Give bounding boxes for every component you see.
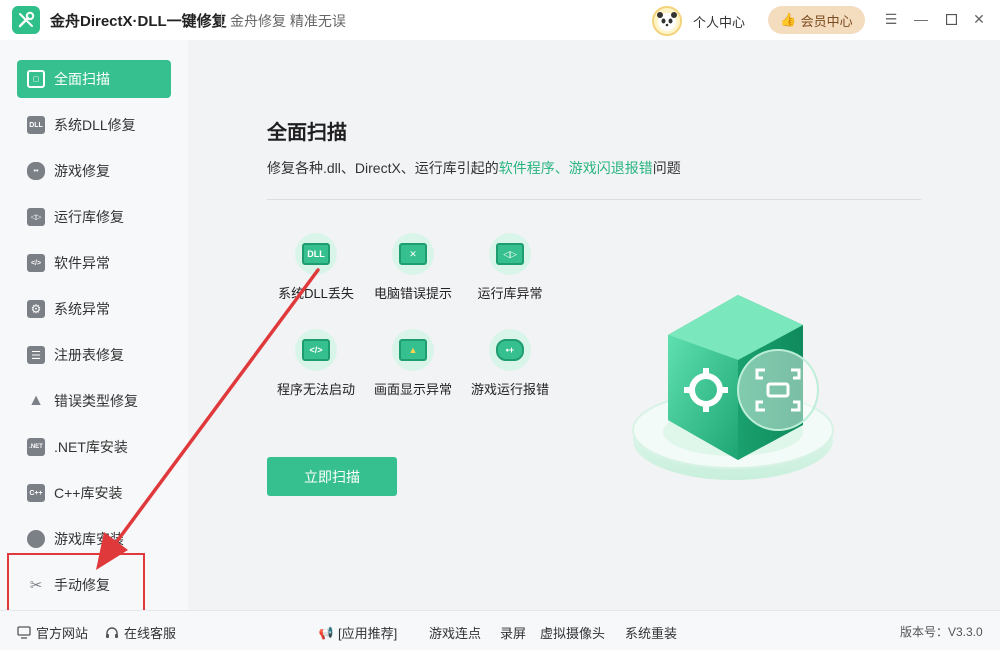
avatar[interactable] (652, 6, 682, 36)
sidebar-item-label: C++库安装 (54, 485, 123, 501)
gear-icon: ⚙ (27, 300, 45, 318)
vip-center-button[interactable]: 👍 会员中心 (768, 6, 865, 34)
pacman-icon (27, 530, 45, 548)
sidebar-item-game-repair[interactable]: •• 游戏修复 (17, 152, 171, 190)
sidebar-item-label: 运行库修复 (54, 209, 124, 225)
link-game-clicker[interactable]: 游戏连点 (429, 623, 481, 642)
title-bar: 金舟DirectX·DLL一键修复 金舟修复 精准无误 个人中心 👍 会员中心 … (0, 0, 1000, 40)
sidebar-item-label: 游戏库安装 (54, 531, 124, 547)
feature-runtime-error: ◁▷ 运行库异常 (462, 233, 558, 302)
sidebar-item-cpp[interactable]: C++ C++库安装 (17, 474, 171, 512)
title-divider (221, 11, 222, 29)
code-window-icon: </> (295, 329, 337, 371)
sidebar-item-system-dll[interactable]: DLL 系统DLL修复 (17, 106, 171, 144)
user-center-link[interactable]: 个人中心 (693, 12, 745, 31)
sidebar-item-label: .NET库安装 (54, 439, 128, 455)
desc-prefix: 修复各种.dll、DirectX、运行库引起的 (267, 160, 499, 176)
scan-illustration (628, 270, 848, 500)
cpp-icon: C++ (27, 484, 45, 502)
monitor-icon (16, 625, 32, 641)
vip-center-label: 会员中心 (800, 13, 853, 29)
annotation-highlight-box (7, 553, 145, 615)
sidebar-item-label: 系统DLL修复 (54, 117, 136, 133)
feature-program-wont-start: </> 程序无法启动 (268, 329, 364, 398)
app-recommend: 📢 [应用推荐] (318, 623, 398, 642)
sidebar-item-dotnet[interactable]: .NET .NET库安装 (17, 428, 171, 466)
warning-window-icon: ▲ (392, 329, 434, 371)
link-virtual-camera[interactable]: 虚拟摄像头 (540, 623, 605, 642)
sidebar-item-system-error[interactable]: ⚙ 系统异常 (17, 290, 171, 328)
thumbs-up-icon: 👍 (780, 12, 797, 27)
sidebar-item-label: 全面扫描 (54, 71, 110, 87)
gamepad-circle-icon: •+ (489, 329, 531, 371)
wrench-screwdriver-icon (18, 11, 35, 28)
sidebar-item-label: 系统异常 (54, 301, 110, 317)
app-logo (12, 6, 40, 34)
minimize-icon[interactable]: — (912, 10, 930, 28)
bottom-bar: 官方网站 在线客服 📢 [应用推荐] 游戏连点 录屏 虚拟摄像头 系统重装 版本… (0, 610, 1000, 650)
sidebar-item-registry[interactable]: ☰ 注册表修复 (17, 336, 171, 374)
megaphone-icon: 📢 (318, 625, 334, 640)
app-slogan: 金舟修复 精准无误 (230, 13, 346, 29)
warning-icon: ▲ (28, 392, 44, 409)
sidebar-item-label: 错误类型修复 (54, 393, 138, 409)
desc-suffix: 问题 (652, 160, 681, 176)
sidebar-item-full-scan[interactable]: ▢ 全面扫描 (17, 60, 171, 98)
online-service-label: 在线客服 (124, 626, 177, 641)
maximize-icon[interactable] (942, 10, 960, 28)
main-panel: 全面扫描 修复各种.dll、DirectX、运行库引起的软件程序、游戏闪退报错问… (188, 40, 1000, 610)
sidebar: ▢ 全面扫描 DLL 系统DLL修复 •• 游戏修复 ◁▷ 运行库修复 </> … (0, 40, 188, 610)
headset-icon (104, 625, 120, 641)
feature-display-error: ▲ 画面显示异常 (365, 329, 461, 398)
version-label: 版本号：V3.3.0 (900, 625, 983, 639)
page-description: 修复各种.dll、DirectX、运行库引起的软件程序、游戏闪退报错问题 (267, 158, 681, 178)
dotnet-icon: .NET (27, 438, 45, 456)
link-system-reinstall[interactable]: 系统重装 (625, 623, 677, 642)
online-service-link[interactable]: 在线客服 (104, 623, 176, 642)
sidebar-item-software-error[interactable]: </> 软件异常 (17, 244, 171, 282)
scan-icon: ▢ (27, 70, 45, 88)
sidebar-item-label: 注册表修复 (54, 347, 124, 363)
runtime-window-icon: ◁▷ (489, 233, 531, 275)
error-window-icon: ✕ (392, 233, 434, 275)
app-title: 金舟DirectX·DLL一键修复 (50, 13, 227, 30)
divider (267, 199, 921, 200)
feature-dll-missing: DLL 系统DLL丢失 (268, 233, 364, 302)
gamepad-icon: •• (27, 162, 45, 180)
desc-highlight: 软件程序、游戏闪退报错 (498, 160, 653, 176)
link-screen-record[interactable]: 录屏 (500, 623, 526, 642)
page-title: 全面扫描 (267, 122, 347, 144)
code-icon: </> (27, 254, 45, 272)
runtime-icon: ◁▷ (27, 208, 45, 226)
dll-icon: DLL (27, 116, 45, 134)
scan-now-button[interactable]: 立即扫描 (267, 457, 397, 496)
official-website-link[interactable]: 官方网站 (16, 623, 88, 642)
panda-avatar-icon (657, 12, 677, 31)
feature-game-error: •+ 游戏运行报错 (462, 329, 558, 398)
menu-icon[interactable]: ☰ (882, 10, 900, 28)
sidebar-item-label: 游戏修复 (54, 163, 110, 179)
feature-error-prompt: ✕ 电脑错误提示 (365, 233, 461, 302)
sidebar-item-error-type[interactable]: ▲ 错误类型修复 (17, 382, 171, 420)
close-icon[interactable]: ✕ (970, 10, 988, 28)
official-website-label: 官方网站 (36, 626, 89, 641)
list-icon: ☰ (27, 346, 45, 364)
sidebar-item-label: 软件异常 (54, 255, 110, 271)
app-recommend-label: [应用推荐] (338, 626, 398, 641)
dll-file-icon: DLL (295, 233, 337, 275)
sidebar-item-runtime[interactable]: ◁▷ 运行库修复 (17, 198, 171, 236)
